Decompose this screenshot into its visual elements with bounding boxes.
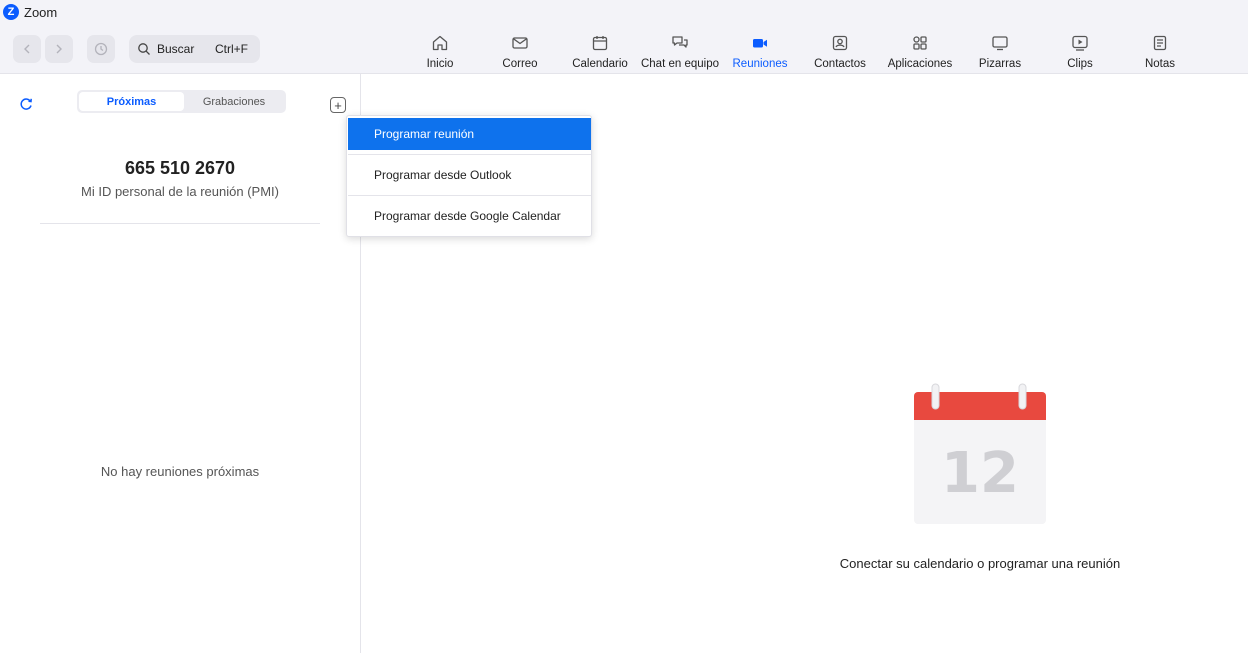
tab-label: Pizarras	[978, 58, 1022, 70]
window-title: Zoom	[24, 4, 58, 20]
zoom-logo-icon: Z	[3, 4, 19, 20]
contacts-icon	[832, 35, 848, 51]
tab-label: Clips	[1067, 58, 1093, 70]
add-meeting-button[interactable]: +	[330, 97, 346, 113]
mail-icon	[512, 37, 528, 49]
empty-state-caption: Conectar su calendario o programar una r…	[839, 556, 1121, 571]
tab-clips[interactable]: Clips	[1064, 31, 1096, 71]
pmi-number: 665 510 2670	[124, 158, 236, 178]
meetings-sidebar: Próximas Grabaciones + 665 510 2670 Mi I…	[0, 74, 361, 653]
plus-icon: +	[334, 97, 342, 113]
history-button[interactable]	[87, 35, 115, 63]
back-button[interactable]	[13, 35, 41, 63]
tab-label: Notas	[1144, 58, 1176, 70]
toolbar: Buscar Ctrl+F Inicio Correo Calendario C…	[0, 24, 1248, 74]
pmi-label: Mi ID personal de la reunión (PMI)	[81, 184, 279, 199]
calendar-icon	[592, 36, 608, 51]
tab-inicio[interactable]: Inicio	[419, 31, 461, 71]
tab-label: Calendario	[572, 58, 628, 70]
tab-correo[interactable]: Correo	[497, 31, 543, 71]
video-camera-icon	[753, 39, 767, 48]
schedule-dropdown-menu: Programar reunión Programar desde Outloo…	[346, 115, 592, 237]
clips-icon	[1072, 35, 1088, 51]
menu-item-programar-outlook[interactable]: Programar desde Outlook	[348, 159, 591, 191]
chat-icon	[672, 36, 688, 48]
tab-chat-en-equipo[interactable]: Chat en equipo	[639, 31, 721, 71]
divider	[40, 223, 320, 224]
notes-icon	[1153, 35, 1167, 51]
tab-calendario[interactable]: Calendario	[571, 31, 629, 71]
chevron-left-icon	[24, 44, 30, 54]
tab-label: Aplicaciones	[887, 58, 953, 70]
title-bar: Z Zoom	[0, 0, 1248, 24]
menu-divider	[348, 154, 591, 155]
menu-item-programar-reunion[interactable]: Programar reunión	[348, 118, 591, 150]
search-label: Buscar	[157, 42, 195, 56]
menu-item-programar-google-calendar[interactable]: Programar desde Google Calendar	[348, 200, 591, 232]
chevron-right-icon	[56, 44, 62, 54]
forward-button[interactable]	[45, 35, 73, 63]
tab-label: Chat en equipo	[640, 58, 719, 70]
tab-aplicaciones[interactable]: Aplicaciones	[886, 31, 954, 71]
tab-label: Contactos	[814, 58, 866, 70]
search-icon	[138, 43, 150, 55]
calendar-illustration-icon: 12	[914, 383, 1046, 524]
tab-label: Correo	[502, 58, 538, 70]
tab-pizarras[interactable]: Pizarras	[978, 31, 1022, 71]
tab-proximas[interactable]: Próximas	[79, 92, 184, 111]
home-icon	[432, 35, 448, 51]
tab-reuniones[interactable]: Reuniones	[731, 31, 789, 71]
tab-notas[interactable]: Notas	[1142, 31, 1178, 71]
refresh-icon[interactable]	[18, 96, 34, 112]
tab-contactos[interactable]: Contactos	[812, 31, 868, 71]
meetings-segmented-control: Próximas Grabaciones	[77, 90, 286, 113]
history-icon	[94, 42, 108, 56]
calendar-day-number: 12	[941, 441, 1019, 506]
no-meetings-text: No hay reuniones próximas	[100, 464, 260, 479]
apps-icon	[913, 36, 927, 50]
tab-label: Inicio	[426, 58, 454, 70]
menu-divider	[348, 195, 591, 196]
search-shortcut: Ctrl+F	[215, 42, 248, 56]
tab-grabaciones[interactable]: Grabaciones	[184, 92, 284, 111]
tab-label: Reuniones	[732, 58, 788, 70]
calendar-illustration: 12	[905, 380, 1055, 530]
search-input[interactable]: Buscar Ctrl+F	[129, 35, 260, 63]
whiteboard-icon	[992, 36, 1008, 51]
